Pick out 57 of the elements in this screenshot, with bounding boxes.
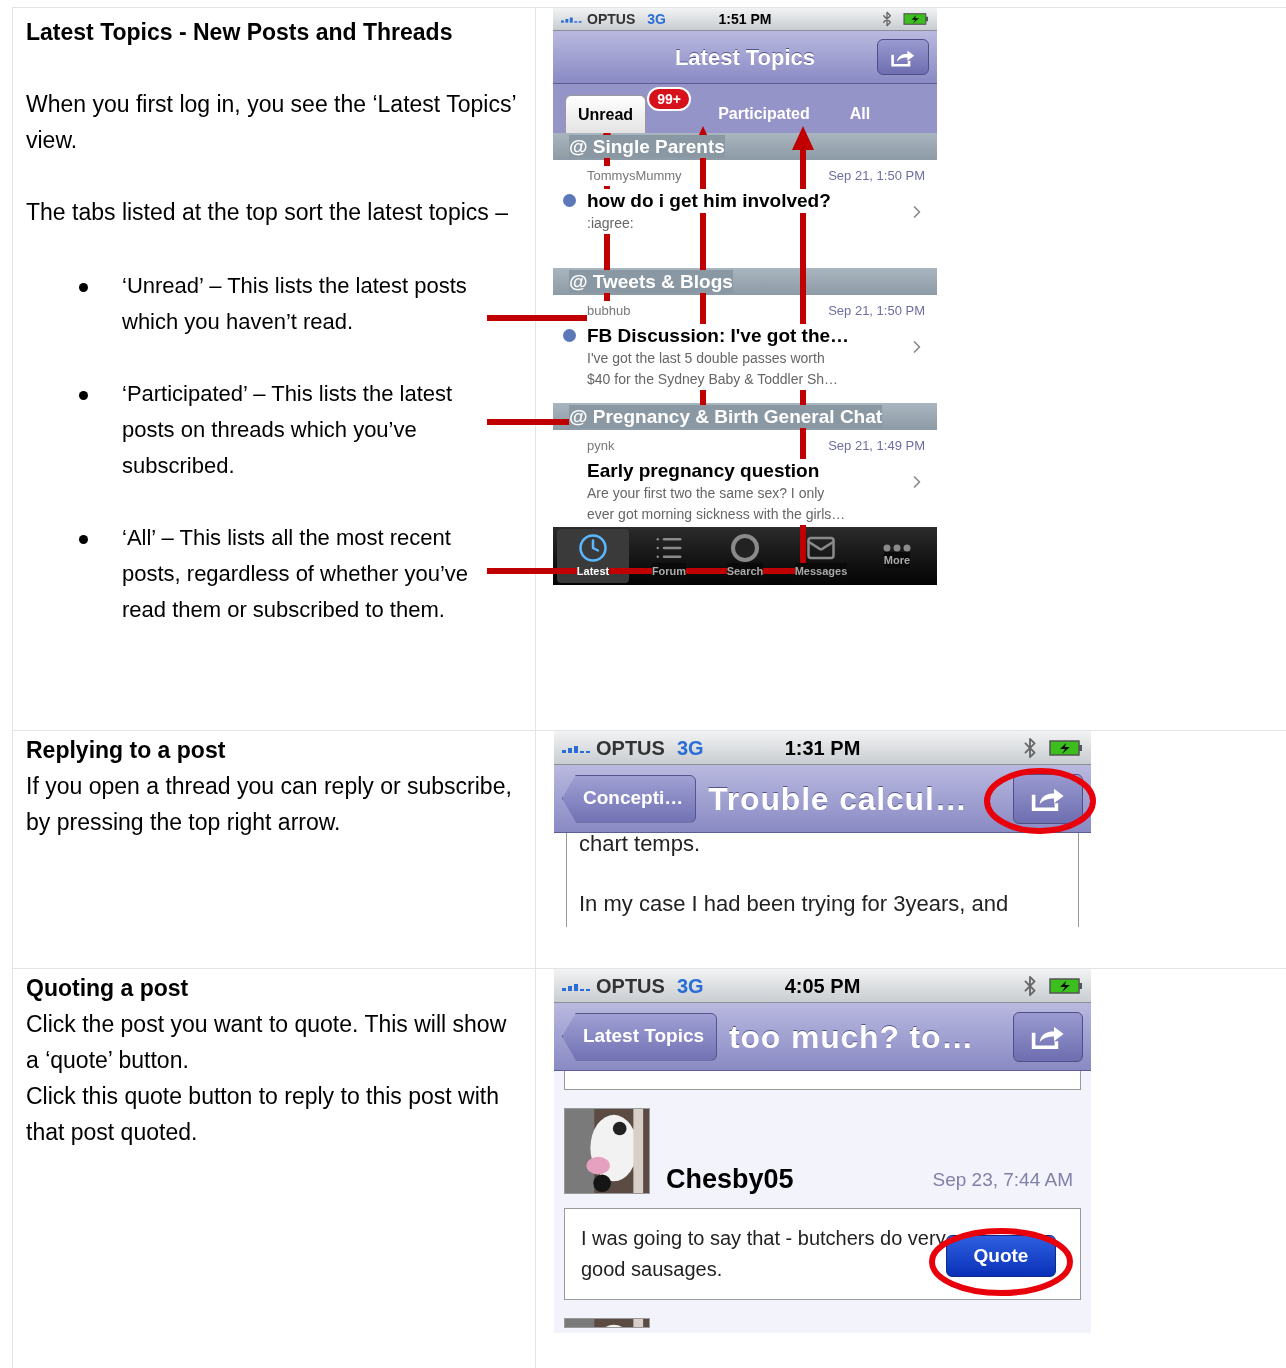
share-button[interactable]	[1013, 1011, 1083, 1062]
forum-title: @ Tweets & Blogs	[569, 270, 733, 293]
topic-preview: $40 for the Sydney Baby & Toddler Sh…	[587, 368, 839, 390]
carrier-name: OPTUS	[596, 735, 665, 761]
battery-icon	[1049, 739, 1083, 756]
navigation-title: too much? to…	[729, 1017, 975, 1057]
bullet-text: ‘Participated’ – This lists the latest posts on threads which you’ve subscribed.	[122, 380, 454, 480]
section-heading: Quoting a post	[26, 974, 190, 1003]
clock-icon	[578, 532, 608, 563]
section-heading: Replying to a post	[26, 736, 227, 765]
topic-title: how do i get him involved?	[587, 188, 831, 213]
battery-icon	[903, 13, 929, 25]
status-time: 1:31 PM	[784, 735, 861, 761]
body-paragraph: Click the post you want to quote. This will show a ‘quote’ button.	[26, 1010, 508, 1075]
status-time: 1:51 PM	[718, 9, 772, 29]
body-paragraph: The tabs listed at the top sort the latest topics –	[26, 198, 509, 227]
tab-bar-item[interactable]: Search	[709, 529, 781, 583]
tab-bar-item[interactable]: Latest	[557, 529, 629, 583]
topic-preview: ever got morning sickness with the girls…	[587, 503, 846, 525]
search-icon	[730, 532, 760, 563]
forum-title: @ Single Parents	[569, 135, 725, 158]
section-heading: Latest Topics - New Posts and Threads	[26, 18, 454, 47]
share-button[interactable]	[877, 39, 929, 75]
body-paragraph: When you first log in, you see the ‘Latest Topics’ view.	[26, 90, 517, 155]
count-badge: 99+	[647, 87, 691, 111]
topic-preview: :iagree:	[587, 212, 634, 234]
battery-icon	[1049, 977, 1083, 994]
bullet-text: ‘All’ – This lists all the most recent posts, regardless of whether you’ve read them or subscribed to them.	[122, 524, 470, 624]
body-paragraph: Click this quote button to reply to this post with that post quoted.	[26, 1082, 501, 1147]
navigation-title: Trouble calcul…	[708, 779, 968, 819]
carrier-name: OPTUS	[587, 9, 636, 29]
network-type: 3G	[676, 973, 704, 999]
topic-title: FB Discussion: I've got the…	[587, 323, 850, 348]
tab-bar-item[interactable]: More	[861, 529, 933, 583]
status-time: 4:05 PM	[784, 973, 861, 999]
topic-preview: Are your first two the same sex? I only	[587, 482, 825, 504]
post-author: Chesby05	[666, 1164, 794, 1194]
topic-author: TommysMummy	[587, 166, 682, 186]
share-button[interactable]	[1013, 773, 1083, 824]
tab-bar-item[interactable]: Messages	[785, 529, 857, 583]
body-paragraph: If you open a thread you can reply or subscribe, by pressing the top right arrow.	[26, 772, 513, 837]
post-text: chart temps.	[579, 833, 702, 858]
filter-tab[interactable]: Unread	[565, 95, 647, 133]
network-type: 3G	[676, 735, 704, 761]
forum-title: @ Pregnancy & Birth General Chat	[569, 405, 883, 428]
bullet-text: ‘Unread’ – This lists the latest posts which you haven’t read.	[122, 272, 468, 336]
quote-button[interactable]: Quote	[946, 1235, 1056, 1277]
topic-title: Early pregnancy question	[587, 458, 820, 483]
post-date: Sep 23, 7:44 AM	[932, 1167, 1073, 1192]
network-type: 3G	[647, 9, 666, 29]
tab-bar-item[interactable]: Forum	[633, 529, 705, 583]
more-icon	[883, 543, 911, 552]
topic-preview: I've got the last 5 double passes worth	[587, 347, 825, 369]
carrier-name: OPTUS	[596, 973, 665, 999]
navigation-title: Latest Topics	[674, 43, 816, 72]
post-text: In my case I had been trying for 3years, and	[579, 890, 1010, 918]
topic-author: bubhub	[587, 301, 631, 321]
